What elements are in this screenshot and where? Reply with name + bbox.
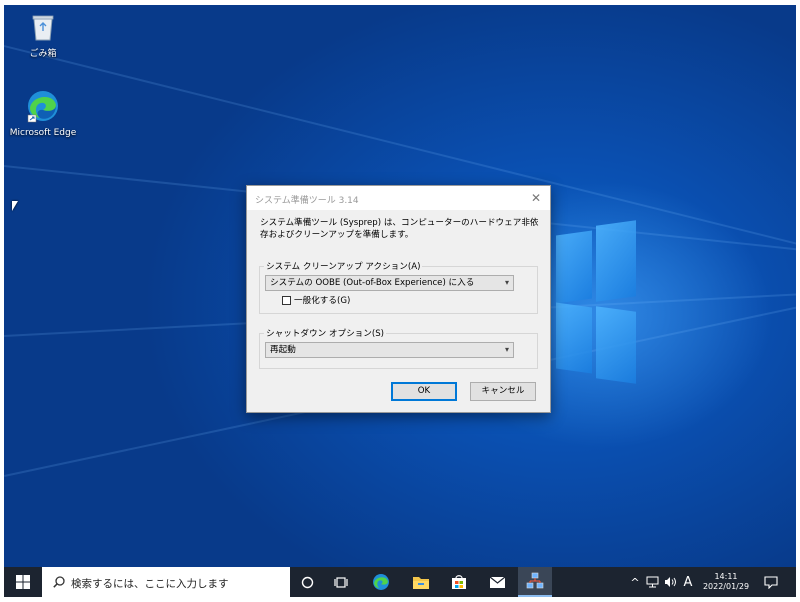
generalize-checkbox[interactable] xyxy=(282,296,291,305)
task-view-button[interactable] xyxy=(328,567,354,597)
network-status-icon[interactable] xyxy=(644,567,660,597)
desktop-icon-label: ごみ箱 xyxy=(29,49,57,59)
taskbar-sysprep-button[interactable] xyxy=(518,567,552,597)
folder-icon xyxy=(413,576,429,589)
clock-date: 2022/01/29 xyxy=(702,582,750,591)
shutdown-option-value: 再起動 xyxy=(270,345,296,355)
taskbar: 検索するには、ここに入力します ^ A 14:11 2022/01/29 xyxy=(4,567,796,597)
windows-logo-icon xyxy=(16,575,30,589)
dialog-title: システム準備ツール 3.14 xyxy=(255,196,359,206)
chevron-down-icon: ▾ xyxy=(504,278,509,287)
wallpaper-logo-pane xyxy=(596,220,636,302)
recycle-bin-icon xyxy=(32,15,54,41)
cleanup-action-value: システムの OOBE (Out-of-Box Experience) に入る xyxy=(270,278,475,288)
edge-icon xyxy=(27,91,58,123)
task-view-icon xyxy=(334,576,348,588)
close-icon[interactable]: ✕ xyxy=(528,190,544,206)
taskbar-search-box[interactable]: 検索するには、ここに入力します xyxy=(42,567,290,597)
search-icon xyxy=(53,576,65,588)
speaker-icon xyxy=(664,577,676,587)
cleanup-action-dropdown[interactable]: システムの OOBE (Out-of-Box Experience) に入る ▾ xyxy=(265,275,514,291)
search-placeholder: 検索するには、ここに入力します xyxy=(71,578,229,590)
volume-button[interactable] xyxy=(662,567,678,597)
shutdown-option-label: シャットダウン オプション(S) xyxy=(264,327,387,339)
clock-time: 14:11 xyxy=(714,572,738,581)
taskbar-edge-button[interactable] xyxy=(366,567,396,597)
desktop-icon-label: Microsoft Edge xyxy=(9,128,77,138)
wallpaper-logo-pane xyxy=(596,306,636,384)
dialog-titlebar[interactable]: システム準備ツール 3.14 ✕ xyxy=(247,186,550,210)
network-icon xyxy=(646,576,658,588)
shutdown-option-dropdown[interactable]: 再起動 ▾ xyxy=(265,342,514,358)
cortana-button[interactable] xyxy=(294,567,320,597)
chevron-up-icon[interactable]: ^ xyxy=(628,567,642,597)
desktop-icon-edge[interactable]: Microsoft Edge xyxy=(8,89,78,138)
taskbar-store-button[interactable] xyxy=(444,567,474,597)
taskbar-mail-button[interactable] xyxy=(482,567,512,597)
taskbar-clock[interactable]: 14:11 2022/01/29 xyxy=(698,567,754,597)
store-icon xyxy=(452,575,466,589)
desktop-icon-recycle-bin[interactable]: ごみ箱 xyxy=(8,13,78,59)
generalize-label[interactable]: 一般化する(G) xyxy=(294,294,350,306)
network-computers-icon xyxy=(526,572,544,589)
wallpaper-logo-pane xyxy=(556,230,592,304)
ime-mode-indicator[interactable]: A xyxy=(680,567,696,597)
mail-icon xyxy=(489,576,505,588)
start-button[interactable] xyxy=(8,567,38,597)
chevron-down-icon: ▾ xyxy=(504,345,509,354)
sysprep-dialog: システム準備ツール 3.14 ✕ システム準備ツール (Sysprep) は、コ… xyxy=(246,185,551,413)
wallpaper-logo-pane xyxy=(556,302,592,374)
ok-button[interactable]: OK xyxy=(391,382,457,401)
cortana-icon xyxy=(301,576,313,588)
dialog-description: システム準備ツール (Sysprep) は、コンピューターのハードウェア非依存お… xyxy=(260,218,539,240)
edge-icon xyxy=(373,574,389,590)
cleanup-action-label: システム クリーンアップ アクション(A) xyxy=(264,260,423,272)
notification-icon xyxy=(764,575,778,589)
cancel-button[interactable]: キャンセル xyxy=(470,382,536,401)
action-center-button[interactable] xyxy=(758,567,784,597)
taskbar-file-explorer-button[interactable] xyxy=(406,567,436,597)
mouse-cursor-icon xyxy=(12,201,18,211)
